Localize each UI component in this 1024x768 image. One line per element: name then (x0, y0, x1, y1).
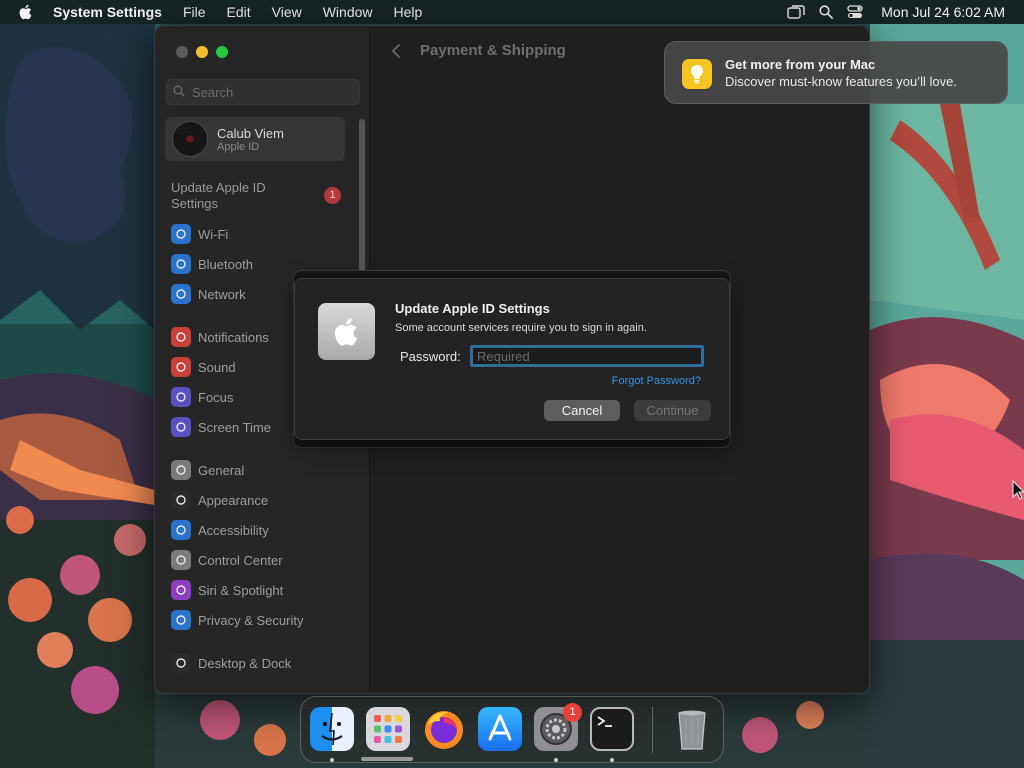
finder-icon[interactable] (310, 707, 354, 751)
notification-banner[interactable]: Get more from your Mac Discover must-kno… (664, 41, 1008, 104)
password-field[interactable] (470, 345, 704, 367)
sidebar-item-label: Notifications (198, 329, 269, 345)
accessibility-icon (171, 520, 191, 540)
dock: 1 (300, 696, 724, 763)
profile-name: Calub Viem (217, 126, 284, 141)
menu-clock[interactable]: Mon Jul 24 6:02 AM (881, 4, 1005, 20)
back-chevron-icon[interactable] (391, 43, 401, 64)
continue-button[interactable]: Continue (634, 400, 711, 421)
sidebar-item-general[interactable]: General (171, 460, 244, 480)
menu-app-name[interactable]: System Settings (53, 4, 162, 20)
sidebar-item-sound[interactable]: Sound (171, 357, 236, 377)
sidebar-item-label: Accessibility (198, 522, 269, 538)
search-icon (173, 85, 185, 100)
sidebar-item-label: Screen Time (198, 419, 271, 435)
dock-icon (171, 653, 191, 673)
moon-icon (171, 387, 191, 407)
wifi-icon (171, 224, 191, 244)
page-title: Payment & Shipping (420, 42, 566, 59)
sidebar-item-update-apple-id[interactable]: Update Apple ID Settings 1 (171, 180, 341, 212)
menu-file[interactable]: File (183, 4, 206, 20)
sidebar-item-label: Bluetooth (198, 256, 253, 272)
speaker-icon (171, 357, 191, 377)
sidebar-item-appearance[interactable]: Appearance (171, 490, 268, 510)
sidebar-item-label: Sound (198, 359, 236, 375)
bluetooth-icon (171, 254, 191, 274)
minimize-window-button[interactable] (196, 46, 208, 58)
dock-scroll-indicator (361, 757, 413, 761)
bell-icon (171, 327, 191, 347)
globe-icon (171, 284, 191, 304)
sidebar-item-network[interactable]: Network (171, 284, 246, 304)
control-center-icon[interactable] (847, 5, 863, 19)
apple-menu-icon[interactable] (18, 0, 36, 24)
running-indicator (554, 758, 558, 762)
update-apple-id-label: Update Apple ID Settings (171, 180, 266, 211)
menu-help[interactable]: Help (394, 4, 423, 20)
appearance-icon (171, 490, 191, 510)
notification-title: Get more from your Mac (725, 57, 876, 72)
sidebar-item-wi-fi[interactable]: Wi-Fi (171, 224, 228, 244)
hand-icon (171, 610, 191, 630)
close-window-button[interactable] (176, 46, 188, 58)
sidebar-item-control-center[interactable]: Control Center (171, 550, 283, 570)
sidebar-item-desktop-dock[interactable]: Desktop & Dock (171, 653, 291, 673)
running-indicator (610, 758, 614, 762)
control-center-icon (171, 550, 191, 570)
screen-mirroring-icon[interactable] (787, 5, 805, 19)
sidebar-item-focus[interactable]: Focus (171, 387, 233, 407)
sidebar-item-privacy-security[interactable]: Privacy & Security (171, 610, 303, 630)
sidebar-item-label: Siri & Spotlight (198, 582, 284, 598)
gear-icon (171, 460, 191, 480)
menu-view[interactable]: View (272, 4, 302, 20)
dialog-title: Update Apple ID Settings (395, 301, 550, 316)
sidebar-item-bluetooth[interactable]: Bluetooth (171, 254, 253, 274)
sidebar-item-label: Focus (198, 389, 234, 405)
sidebar-item-label: Appearance (198, 492, 269, 508)
menu-window[interactable]: Window (323, 4, 373, 20)
sidebar-item-label: Control Center (198, 552, 283, 568)
dialog-message: Some account services require you to sig… (395, 322, 647, 334)
window-controls (176, 46, 228, 58)
sidebar-item-siri-spotlight[interactable]: Siri & Spotlight (171, 580, 283, 600)
notification-body: Discover must-know features you’ll love. (725, 74, 957, 89)
password-label: Password: (400, 349, 461, 364)
profile-subtitle: Apple ID (217, 141, 260, 153)
sidebar-item-label: Wi-Fi (198, 226, 229, 242)
app-store-icon[interactable] (478, 707, 522, 751)
dock-separator (652, 707, 653, 753)
menu-edit[interactable]: Edit (227, 4, 251, 20)
sidebar-item-accessibility[interactable]: Accessibility (171, 520, 269, 540)
apple-id-profile[interactable]: Calub Viem Apple ID (165, 117, 345, 161)
sidebar-item-label: Desktop & Dock (198, 655, 292, 671)
notification-badge: 1 (324, 187, 341, 204)
siri-icon (171, 580, 191, 600)
sidebar-scrollbar[interactable] (359, 119, 365, 279)
running-indicator (330, 758, 334, 762)
sidebar-item-label: General (198, 462, 245, 478)
sidebar-item-notifications[interactable]: Notifications (171, 327, 269, 347)
search-placeholder: Search (192, 84, 234, 100)
zoom-window-button[interactable] (216, 46, 228, 58)
update-apple-id-dialog: Update Apple ID Settings Some account se… (294, 278, 730, 440)
trash-icon[interactable] (670, 707, 714, 751)
launchpad-icon[interactable] (366, 707, 410, 751)
spotlight-search-icon[interactable] (819, 5, 834, 19)
sidebar-item-label: Network (198, 286, 246, 302)
firefox-icon[interactable] (422, 707, 466, 751)
avatar (172, 121, 208, 157)
apple-logo-icon (318, 303, 375, 360)
lightbulb-icon (682, 59, 712, 89)
cancel-button[interactable]: Cancel (544, 400, 620, 421)
sidebar-item-label: Privacy & Security (198, 612, 304, 628)
hourglass-icon (171, 417, 191, 437)
settings-badge: 1 (563, 703, 582, 722)
sidebar-search-input[interactable]: Search (166, 79, 360, 105)
menu-bar: System Settings File Edit View Window He… (0, 0, 1024, 24)
sidebar-item-screen-time[interactable]: Screen Time (171, 417, 271, 437)
terminal-icon[interactable] (590, 707, 634, 751)
forgot-password-link[interactable]: Forgot Password? (612, 375, 701, 387)
